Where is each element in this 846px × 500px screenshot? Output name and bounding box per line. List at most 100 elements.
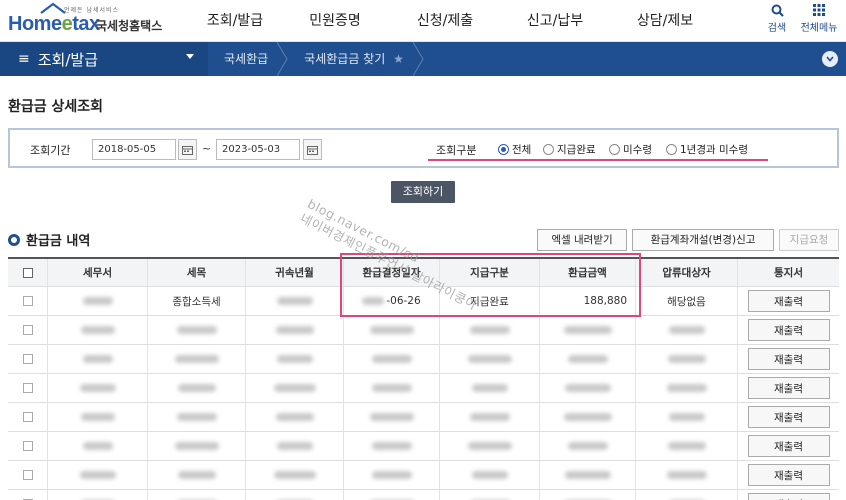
redacted-text: [471, 471, 508, 479]
redacted-cell: [344, 432, 440, 460]
redacted-text: [82, 442, 113, 450]
redacted-text: [469, 413, 510, 421]
radio-unclaimed-1year[interactable]: 1년경과 미수령: [666, 142, 748, 157]
reissue-button[interactable]: 재출력: [747, 348, 830, 370]
section-bullet-icon: [8, 233, 20, 246]
redacted-cell: [540, 316, 636, 344]
hometax-logo[interactable]: 언제든 납세서비스 Homeetax 국세청홈택스: [0, 0, 190, 42]
redacted-text: [273, 384, 316, 392]
date-from-calendar-button[interactable]: [178, 139, 197, 160]
radio-paid[interactable]: 지급완료: [543, 142, 596, 157]
redacted-cell: [636, 461, 738, 489]
redacted-cell: [246, 374, 344, 402]
payment-request-button[interactable]: 지급요청: [779, 229, 839, 251]
redacted-text: [469, 326, 510, 334]
table-row: 재출력: [8, 345, 839, 374]
reissue-button[interactable]: 재출력: [747, 377, 830, 399]
redacted-text: [371, 384, 412, 392]
row-checkbox[interactable]: [22, 383, 33, 393]
row-select-cell: [8, 345, 48, 373]
redacted-cell: [344, 345, 440, 373]
gnb-item-application[interactable]: 신청/제출: [390, 0, 500, 42]
redacted-text: [467, 442, 512, 450]
redacted-cell: [148, 374, 246, 402]
redacted-cell: [246, 461, 344, 489]
row-checkbox[interactable]: [22, 412, 33, 422]
reissue-button[interactable]: 재출력: [747, 290, 830, 312]
select-all-checkbox[interactable]: [22, 267, 33, 278]
refund-account-button[interactable]: 환급계좌개설(변경)신고: [632, 229, 774, 251]
reissue-button[interactable]: 재출력: [747, 464, 830, 486]
reissue-button[interactable]: 재출력: [747, 406, 830, 428]
row-checkbox[interactable]: [22, 354, 33, 364]
row-checkbox[interactable]: [22, 470, 33, 480]
redacted-cell: [540, 432, 636, 460]
redacted-text: [567, 442, 608, 450]
search-submit-button[interactable]: 조회하기: [391, 181, 455, 203]
redacted-text: [276, 355, 313, 363]
redacted-cell: [344, 490, 440, 500]
reissue-button[interactable]: 재출력: [747, 435, 830, 457]
search-button[interactable]: 검색: [758, 0, 796, 34]
breadcrumb-find-refund[interactable]: 국세환급금 찾기 ★: [288, 42, 424, 76]
top-icons: 검색 전체메뉴: [758, 0, 842, 34]
redacted-cell: [246, 316, 344, 344]
reissue-button[interactable]: 재출력: [747, 493, 830, 500]
row-checkbox[interactable]: [22, 325, 33, 335]
redacted-text: [177, 384, 216, 392]
redacted-cell: [440, 461, 540, 489]
gnb-item-inquiry[interactable]: 조회/발급: [190, 0, 280, 42]
all-menu-button[interactable]: 전체메뉴: [796, 0, 842, 34]
redacted-text: [369, 413, 414, 421]
redacted-text: [666, 471, 707, 479]
table-row: 재출력: [8, 461, 839, 490]
date-to-input[interactable]: 2023-05-03: [216, 139, 300, 160]
row-checkbox[interactable]: [22, 441, 33, 451]
seizure-cell: 해당없음: [636, 287, 738, 315]
nav-menu-dropdown[interactable]: ≡ 조회/발급: [0, 42, 208, 76]
radio-all[interactable]: 전체: [498, 142, 531, 157]
row-checkbox[interactable]: [22, 296, 33, 306]
redacted-text: [80, 413, 115, 421]
date-from-input[interactable]: 2018-05-05: [92, 139, 176, 160]
search-icon: [758, 2, 796, 18]
tax-type-cell: 종합소득세: [148, 287, 246, 315]
redacted-cell: [148, 461, 246, 489]
redacted-cell: [246, 403, 344, 431]
redacted-cell: [540, 490, 636, 500]
redacted-cell: [48, 490, 148, 500]
gnb-item-filing[interactable]: 신고/납부: [500, 0, 610, 42]
column-header: 세무서: [48, 259, 148, 286]
notice-cell: 재출력: [738, 432, 839, 460]
date-to-calendar-button[interactable]: [303, 139, 322, 160]
redacted-cell: [540, 374, 636, 402]
redacted-text: [79, 471, 116, 479]
redacted-cell: [636, 374, 738, 402]
gnb-item-consult[interactable]: 상담/제보: [610, 0, 720, 42]
redacted-cell: [48, 374, 148, 402]
redacted-text: [563, 413, 612, 421]
redacted-cell: [636, 316, 738, 344]
breadcrumb-refund[interactable]: 국세환급: [208, 42, 288, 76]
all-menu-label: 전체메뉴: [800, 23, 838, 34]
redacted-text: [176, 413, 217, 421]
redacted-text: [564, 384, 611, 392]
redacted-cell: [540, 461, 636, 489]
table-row: 재출력: [8, 374, 839, 403]
redacted-text: [471, 384, 508, 392]
redacted-cell: [636, 345, 738, 373]
redacted-text: [82, 355, 113, 363]
radio-unclaimed[interactable]: 미수령: [609, 142, 652, 157]
calendar-icon: [307, 145, 318, 155]
redacted-text: [563, 326, 612, 334]
gnb-item-certificates[interactable]: 민원증명: [280, 0, 390, 42]
chevron-down-icon: [826, 56, 834, 62]
redacted-cell: [48, 403, 148, 431]
nav-expand-button[interactable]: [822, 51, 838, 67]
redacted-cell: [440, 432, 540, 460]
excel-download-button[interactable]: 엑셀 내려받기: [537, 229, 627, 251]
redacted-text: [79, 384, 116, 392]
logo-brand-korean: 국세청홈택스: [96, 18, 163, 33]
favorite-star-icon[interactable]: ★: [393, 52, 404, 66]
reissue-button[interactable]: 재출력: [747, 319, 830, 341]
